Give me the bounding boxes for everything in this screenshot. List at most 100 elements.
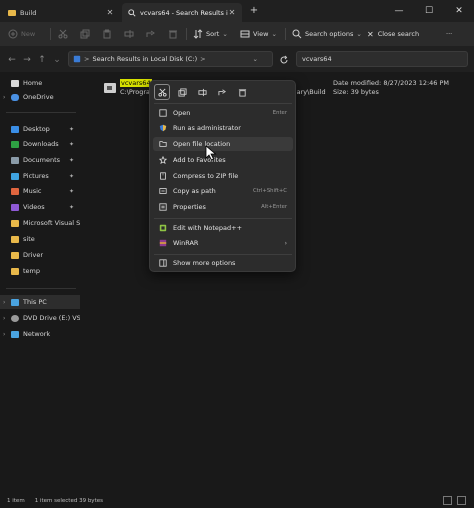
sidebar-item-desktop[interactable]: Desktop ✦ (0, 122, 80, 136)
chevron-right-icon[interactable]: › (3, 299, 11, 306)
refresh-icon[interactable] (279, 55, 289, 65)
menu-item-copy-as-path[interactable]: Copy as path Ctrl+Shift+C (153, 184, 293, 198)
documents-icon (11, 156, 19, 164)
details-view-icon[interactable] (443, 496, 452, 505)
folder-icon (11, 251, 19, 259)
divider (285, 28, 286, 40)
sidebar-item-pictures[interactable]: Pictures ✦ (0, 169, 80, 183)
menu-item-label: Compress to ZIP file (173, 172, 239, 180)
rename-button[interactable] (124, 27, 134, 41)
search-input[interactable]: vcvars64 (296, 51, 468, 67)
tiles-view-icon[interactable] (457, 496, 466, 505)
back-icon[interactable]: ← (6, 54, 18, 66)
breadcrumb[interactable]: Search Results in Local Disk (C:) (92, 55, 197, 63)
sidebar-item-videos[interactable]: Videos ✦ (0, 200, 80, 214)
sidebar-item-onedrive[interactable]: › OneDrive (0, 90, 80, 104)
sidebar-item-site[interactable]: site (0, 232, 80, 246)
context-menu: Open Enter Run as administrator Open fil… (149, 80, 296, 272)
rename-button[interactable] (194, 84, 210, 100)
address-bar[interactable]: > Search Results in Local Disk (C:) > ⌄ (68, 51, 273, 67)
sidebar-item-home[interactable]: Home (0, 76, 80, 90)
minimize-button[interactable]: — (384, 0, 414, 22)
sidebar-item-label: site (23, 235, 35, 243)
notepadpp-icon (158, 224, 167, 233)
more-button[interactable]: ··· (446, 27, 452, 41)
search-icon (128, 8, 136, 17)
delete-button[interactable] (168, 27, 178, 41)
sidebar-item-network[interactable]: › Network (0, 327, 80, 341)
menu-item-compress-to-zip[interactable]: Compress to ZIP file (153, 169, 293, 183)
selection-info: 1 item selected 39 bytes (34, 498, 103, 504)
chevron-right-icon[interactable]: › (3, 331, 11, 338)
tab-search-results[interactable]: vcvars64 - Search Results in L... ✕ (122, 3, 242, 22)
delete-button[interactable] (234, 84, 250, 100)
divider (6, 112, 76, 113)
view-button[interactable]: View ⌄ (240, 27, 277, 41)
paste-icon (103, 29, 111, 39)
file-size: Size: 39 bytes (333, 88, 379, 96)
sidebar-item-documents[interactable]: Documents ✦ (0, 153, 80, 167)
sidebar-item-microsoft-visual-studio[interactable]: Microsoft Visual St (0, 216, 80, 230)
trash-icon (238, 88, 246, 97)
network-icon (11, 330, 19, 338)
sidebar-item-label: Microsoft Visual St (23, 219, 80, 227)
menu-item-label: WinRAR (173, 239, 199, 247)
new-button[interactable]: New (8, 27, 35, 41)
properties-icon (158, 203, 167, 212)
cut-button[interactable] (58, 27, 68, 41)
search-options-button[interactable]: Search options ⌄ (292, 27, 362, 41)
menu-item-run-as-administrator[interactable]: Run as administrator (153, 121, 293, 135)
close-icon[interactable]: ✕ (228, 8, 236, 17)
forward-icon[interactable]: → (21, 54, 33, 66)
sidebar-item-this-pc[interactable]: › This PC (0, 295, 80, 309)
paste-button[interactable] (102, 27, 112, 41)
close-search-button[interactable]: ✕ Close search (367, 27, 419, 41)
copy-button[interactable] (80, 27, 90, 41)
chevron-right-icon[interactable]: › (3, 94, 11, 101)
menu-item-show-more-options[interactable]: Show more options (153, 256, 293, 270)
maximize-button[interactable]: ☐ (414, 0, 444, 22)
close-icon[interactable]: ✕ (106, 8, 114, 17)
menu-item-winrar[interactable]: WinRAR › (153, 236, 293, 250)
cut-button[interactable] (154, 84, 170, 100)
copy-button[interactable] (174, 84, 190, 100)
up-icon[interactable]: ↑ (36, 54, 48, 66)
sidebar-item-driver[interactable]: Driver (0, 248, 80, 262)
share-button[interactable] (146, 27, 156, 41)
sidebar-item-downloads[interactable]: Downloads ✦ (0, 137, 80, 151)
copy-icon (177, 87, 187, 97)
folder-icon (11, 235, 19, 243)
sidebar-item-temp[interactable]: temp (0, 264, 80, 278)
menu-item-open[interactable]: Open Enter (153, 106, 293, 120)
menu-item-label: Properties (173, 203, 206, 211)
chevron-right-icon[interactable]: › (3, 315, 11, 322)
menu-item-properties[interactable]: Properties Alt+Enter (153, 200, 293, 214)
sidebar-item-label: This PC (23, 298, 47, 306)
sidebar-item-dvd-drive[interactable]: › DVD Drive (E:) VS_1 (0, 311, 80, 325)
sort-button[interactable]: Sort ⌄ (193, 27, 228, 41)
share-icon (217, 88, 226, 95)
address-dropdown-icon[interactable]: ⌄ (253, 55, 258, 63)
home-icon (11, 79, 19, 87)
share-button[interactable] (214, 84, 230, 100)
menu-item-edit-with-notepadpp[interactable]: Edit with Notepad++ (153, 221, 293, 235)
file-name[interactable]: vcvars64 (120, 79, 152, 87)
folder-icon (11, 219, 19, 227)
tab-build[interactable]: Build ✕ (2, 3, 120, 22)
close-window-button[interactable]: ✕ (444, 0, 474, 22)
shield-icon (158, 124, 167, 133)
pin-icon: ✦ (68, 203, 74, 211)
divider (6, 288, 76, 289)
menu-item-open-file-location[interactable]: Open file location (153, 137, 293, 151)
menu-item-label: Edit with Notepad++ (173, 224, 243, 232)
sidebar-item-music[interactable]: Music ✦ (0, 184, 80, 198)
recent-locations-icon[interactable]: ⌄ (51, 54, 63, 66)
sidebar-item-label: Network (23, 330, 51, 338)
menu-item-add-to-favorites[interactable]: Add to Favorites (153, 153, 293, 167)
view-toggle (438, 496, 466, 505)
new-tab-button[interactable]: + (248, 4, 260, 18)
divider (186, 28, 187, 40)
menu-item-label: Run as administrator (173, 124, 241, 132)
cut-icon (157, 88, 167, 97)
menu-item-label: Open (173, 109, 191, 117)
